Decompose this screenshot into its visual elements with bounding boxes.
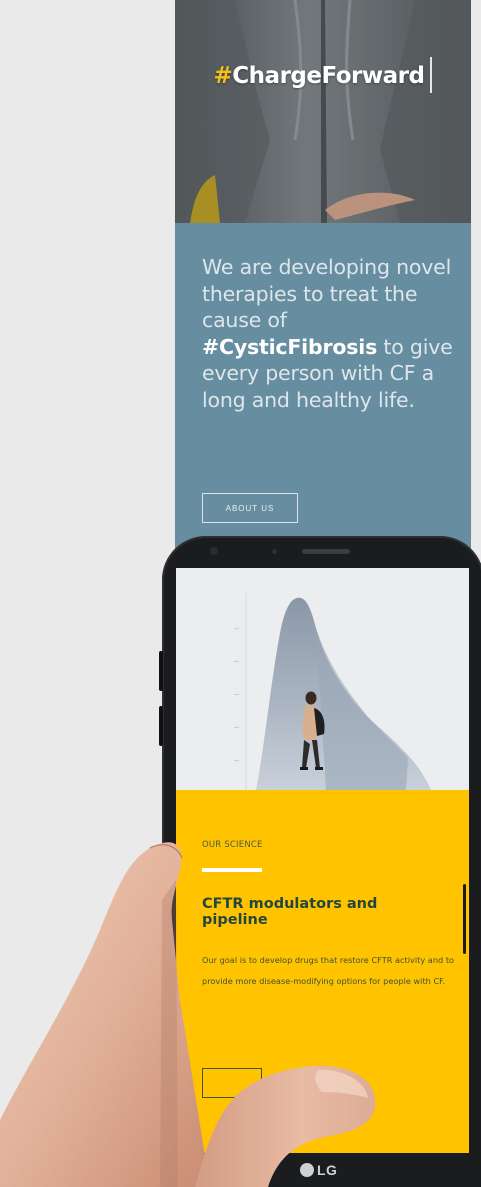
- mission-hashtag: #CysticFibrosis: [202, 334, 378, 359]
- phone-device: OUR SCIENCE CFTR modulators and pipeline…: [159, 536, 481, 1187]
- learn-more-button[interactable]: [202, 1068, 262, 1098]
- section-eyebrow: OUR SCIENCE: [202, 840, 263, 850]
- brand-text: LG: [317, 1162, 338, 1178]
- mountain-hiker-image: [176, 568, 469, 790]
- volume-up-button: [159, 651, 163, 691]
- front-camera-icon: [210, 547, 218, 555]
- hash-symbol: #: [213, 63, 233, 89]
- volume-down-button: [159, 706, 163, 746]
- scrollbar-thumb[interactable]: [463, 884, 466, 954]
- charge-forward-hashtag: #ChargeForward: [175, 57, 471, 93]
- hashtag-word: ChargeForward: [232, 63, 425, 89]
- earpiece-speaker: [302, 549, 350, 554]
- section-headline: CFTR modulators and pipeline: [202, 896, 378, 928]
- about-us-button[interactable]: ABOUT US: [202, 493, 298, 523]
- hero-image: #ChargeForward: [175, 0, 471, 223]
- sensor-dot: [272, 549, 277, 554]
- phone-screen: OUR SCIENCE CFTR modulators and pipeline…: [176, 568, 469, 1153]
- science-section: OUR SCIENCE CFTR modulators and pipeline…: [202, 840, 454, 991]
- mountain-illustration: [234, 593, 431, 790]
- mission-text-start: We are developing novel therapies to tre…: [202, 255, 452, 332]
- mission-statement: We are developing novel therapies to tre…: [202, 254, 458, 413]
- lg-logo-icon: [300, 1163, 314, 1177]
- section-divider: [202, 868, 262, 872]
- hoodie-photo: [175, 0, 471, 223]
- phone-brand-logo: LG: [300, 1162, 337, 1178]
- section-body: Our goal is to develop drugs that restor…: [202, 955, 455, 986]
- hashtag-divider: [430, 57, 433, 93]
